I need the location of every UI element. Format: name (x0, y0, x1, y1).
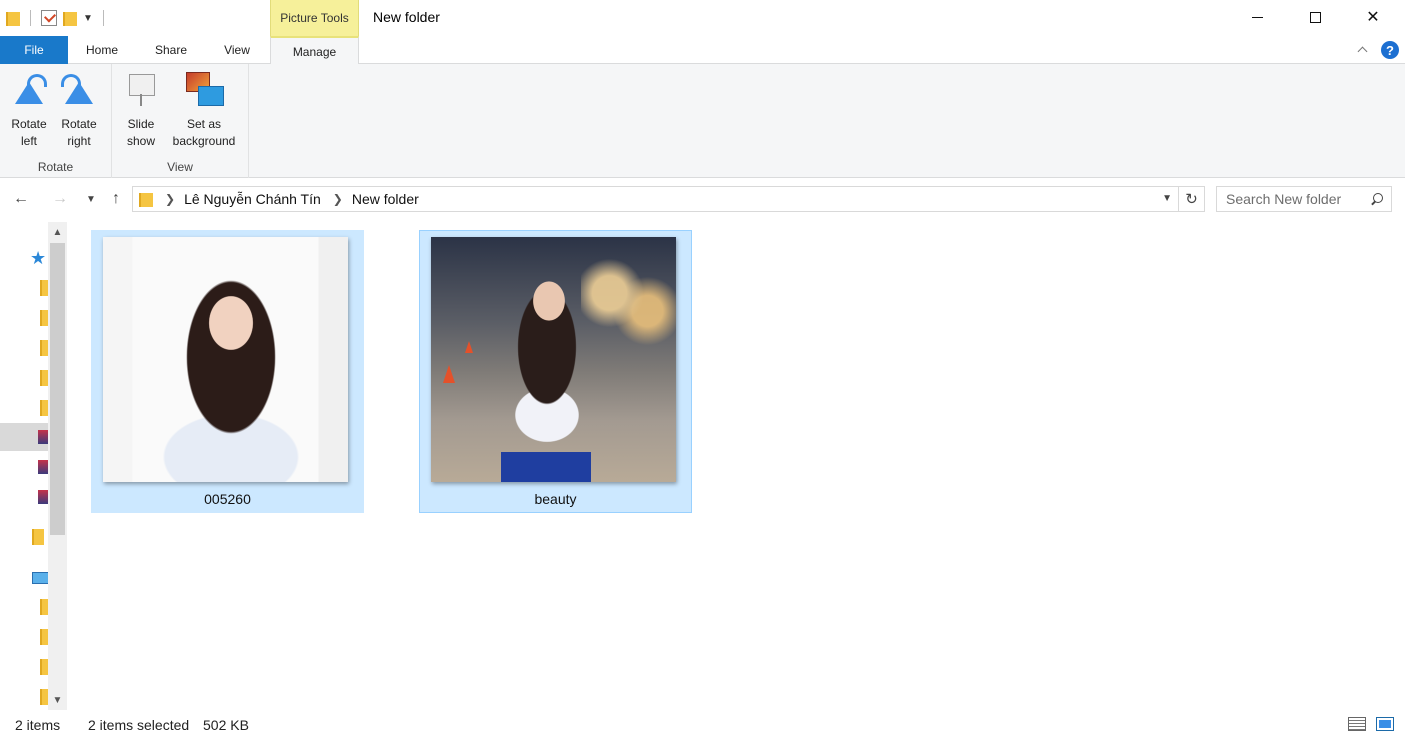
chevron-down-icon: ▼ (86, 193, 96, 205)
item-count: 2 items (15, 717, 61, 733)
ribbon-manage: Rotate left Rotate right Rotate View Sli… (0, 64, 1405, 178)
recent-locations-button[interactable]: ▼ (81, 189, 101, 209)
tab-home[interactable]: Home (72, 36, 132, 64)
photo-portrait (103, 237, 348, 482)
title-bar: ▼ Picture Tools New folder ✕ (0, 0, 1405, 36)
traffic-cone (443, 365, 455, 383)
large-icons-view-icon[interactable] (1376, 717, 1394, 731)
folder-icon (139, 191, 153, 207)
image-thumbnail (103, 237, 348, 482)
forward-arrow-icon: → (52, 190, 68, 207)
up-arrow-icon: ↑ (112, 190, 120, 207)
rotate-right-button[interactable]: Rotate right (56, 72, 102, 150)
rotate-left-button[interactable]: Rotate left (6, 72, 52, 150)
scroll-down-chevron-icon[interactable]: ▼ (48, 690, 67, 710)
folder-icon[interactable] (30, 688, 50, 706)
picture-tools-context-label: Picture Tools (270, 0, 359, 36)
divider (102, 10, 104, 26)
rotate-left-icon (11, 72, 47, 108)
divider (30, 10, 31, 26)
navigation-bar: ← → ▼ ↑ ❯ Lê Nguyễn Chánh Tín ❯ New fold… (0, 179, 1405, 219)
traffic-cone (465, 341, 473, 353)
nav-pane-scrollbar[interactable]: ▲ ▼ (48, 222, 67, 710)
back-button[interactable]: ← (11, 189, 31, 209)
slide-show-label: Slide show (126, 117, 155, 148)
rotate-right-icon (61, 72, 97, 108)
breadcrumb-item[interactable]: New folder (352, 191, 419, 207)
status-bar: 2 items 2 items selected 502 KB (0, 710, 1405, 738)
rotate-right-label: Rotate right (61, 117, 97, 148)
address-history-chevron-icon[interactable]: ▼ (1162, 193, 1172, 204)
group-label-view: View (167, 160, 193, 174)
tab-share[interactable]: Share (142, 36, 200, 64)
group-label-rotate: Rotate (37, 160, 74, 174)
folder-icon[interactable] (30, 528, 48, 546)
quick-access-toolbar: ▼ (6, 6, 108, 30)
details-view-icon[interactable] (1348, 717, 1366, 731)
search-placeholder: Search New folder (1226, 191, 1342, 207)
quick-access-star-icon[interactable] (30, 248, 48, 269)
breadcrumb-item[interactable]: Lê Nguyễn Chánh Tín (184, 191, 321, 207)
address-bar[interactable]: ❯ Lê Nguyễn Chánh Tín ❯ New folder ▼ (132, 186, 1179, 212)
folder-icon[interactable] (30, 628, 50, 646)
breadcrumb-separator-icon[interactable]: ❯ (333, 192, 343, 206)
image-thumbnail (431, 237, 676, 482)
help-icon[interactable]: ? (1381, 41, 1399, 59)
properties-icon[interactable] (41, 10, 57, 26)
set-background-label: Set as background (172, 117, 236, 148)
folder-icon[interactable] (30, 279, 50, 297)
new-folder-icon[interactable] (63, 10, 77, 26)
photo-lights (581, 257, 676, 347)
selected-count: 2 items selected (88, 717, 190, 733)
customize-toolbar-chevron-icon[interactable]: ▼ (83, 13, 93, 24)
tab-manage[interactable]: Manage (270, 36, 359, 65)
scroll-up-chevron-icon[interactable]: ▲ (48, 222, 67, 242)
minimize-button[interactable] (1228, 0, 1286, 34)
scrollbar-thumb[interactable] (50, 243, 65, 535)
ribbon-group-rotate: Rotate left Rotate right Rotate (0, 64, 112, 178)
this-pc-icon[interactable] (30, 568, 50, 586)
picture-folder-icon[interactable] (30, 458, 48, 476)
folder-icon[interactable] (30, 598, 50, 616)
folder-icon[interactable] (30, 309, 50, 327)
picture-folder-icon[interactable] (30, 428, 48, 446)
close-button[interactable]: ✕ (1344, 0, 1402, 34)
maximize-icon (1309, 11, 1321, 23)
selected-size: 502 KB (203, 717, 249, 733)
folder-icon[interactable] (30, 369, 50, 387)
folder-icon (6, 10, 20, 26)
search-input[interactable]: Search New folder (1216, 186, 1392, 212)
folder-icon[interactable] (30, 339, 50, 357)
slide-show-button[interactable]: Slide show (118, 72, 164, 150)
refresh-icon: ↻ (1185, 191, 1198, 208)
forward-button[interactable]: → (50, 189, 70, 209)
back-arrow-icon: ← (13, 190, 29, 207)
refresh-button[interactable]: ↻ (1179, 186, 1205, 212)
collapse-ribbon-chevron-icon[interactable] (1357, 44, 1369, 56)
slide-show-icon (123, 72, 159, 108)
file-name: 005260 (204, 491, 251, 507)
file-tile[interactable]: 005260 (91, 230, 364, 513)
minimize-icon (1251, 16, 1263, 18)
folder-icon[interactable] (30, 658, 50, 676)
tab-view[interactable]: View (212, 36, 262, 64)
set-as-background-button[interactable]: Set as background (166, 72, 242, 150)
picture-folder-icon[interactable] (30, 488, 48, 506)
rotate-left-label: Rotate left (11, 117, 47, 148)
folder-icon[interactable] (30, 399, 50, 417)
breadcrumb-separator-icon[interactable]: ❯ (165, 192, 175, 206)
file-tile[interactable]: beauty (419, 230, 692, 513)
up-button[interactable]: ↑ (106, 189, 126, 209)
window-title: New folder (373, 9, 440, 25)
file-name: beauty (534, 491, 577, 507)
close-icon: ✕ (1366, 9, 1380, 26)
set-background-icon (186, 72, 224, 108)
tab-file[interactable]: File (0, 36, 68, 64)
search-icon (1371, 193, 1383, 205)
maximize-button[interactable] (1286, 0, 1344, 34)
ribbon-tabs: File Home Share View Manage ? (0, 36, 1405, 65)
